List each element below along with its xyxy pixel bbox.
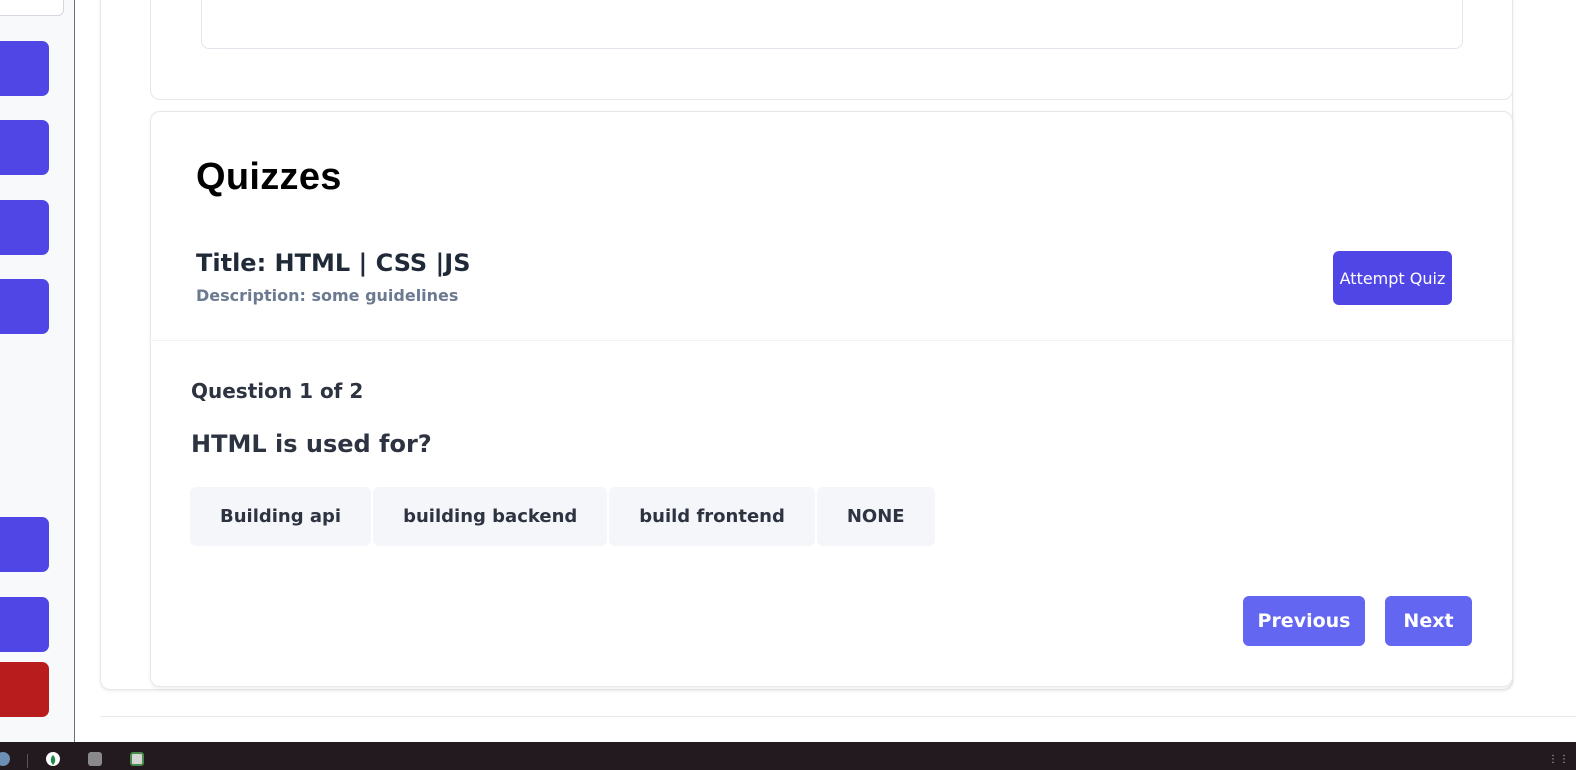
logout-button[interactable] <box>0 662 49 717</box>
apps-grid-icon[interactable]: ⋮⋮ <box>1548 754 1570 765</box>
sidebar-button[interactable] <box>0 120 49 175</box>
leaf-icon[interactable] <box>46 752 60 766</box>
quizzes-heading: Quizzes <box>196 156 342 198</box>
quiz-description: Description: some guidelines <box>196 286 459 305</box>
sidebar-button[interactable] <box>0 517 49 572</box>
sidebar-button[interactable] <box>0 200 49 255</box>
taskbar-separator <box>27 754 28 768</box>
document-icon[interactable] <box>130 752 144 766</box>
question-text: HTML is used for? <box>191 430 432 458</box>
taskbar: ⋮⋮ <box>0 742 1576 770</box>
previous-section-content-box <box>201 0 1463 49</box>
next-button[interactable]: Next <box>1385 596 1472 646</box>
file-icon[interactable] <box>88 752 102 766</box>
answer-option[interactable]: Building api <box>190 487 372 546</box>
footer-divider <box>100 716 1576 717</box>
quiz-title: Title: HTML | CSS |JS <box>196 249 471 277</box>
sidebar-button[interactable] <box>0 279 49 334</box>
answer-option[interactable]: building backend <box>373 487 608 546</box>
sidebar-button[interactable] <box>0 597 49 652</box>
sidebar-search-input[interactable] <box>0 0 64 16</box>
answer-option[interactable]: NONE <box>816 487 935 546</box>
app-icon[interactable] <box>0 752 10 766</box>
sidebar-button[interactable] <box>0 41 49 96</box>
quiz-header-divider <box>150 340 1513 341</box>
sidebar <box>0 0 75 746</box>
answer-option[interactable]: build frontend <box>609 487 815 546</box>
answer-options: Building api building backend build fron… <box>190 487 935 546</box>
previous-button[interactable]: Previous <box>1243 596 1365 646</box>
attempt-quiz-button[interactable]: Attempt Quiz <box>1333 251 1452 305</box>
question-counter: Question 1 of 2 <box>191 379 364 403</box>
